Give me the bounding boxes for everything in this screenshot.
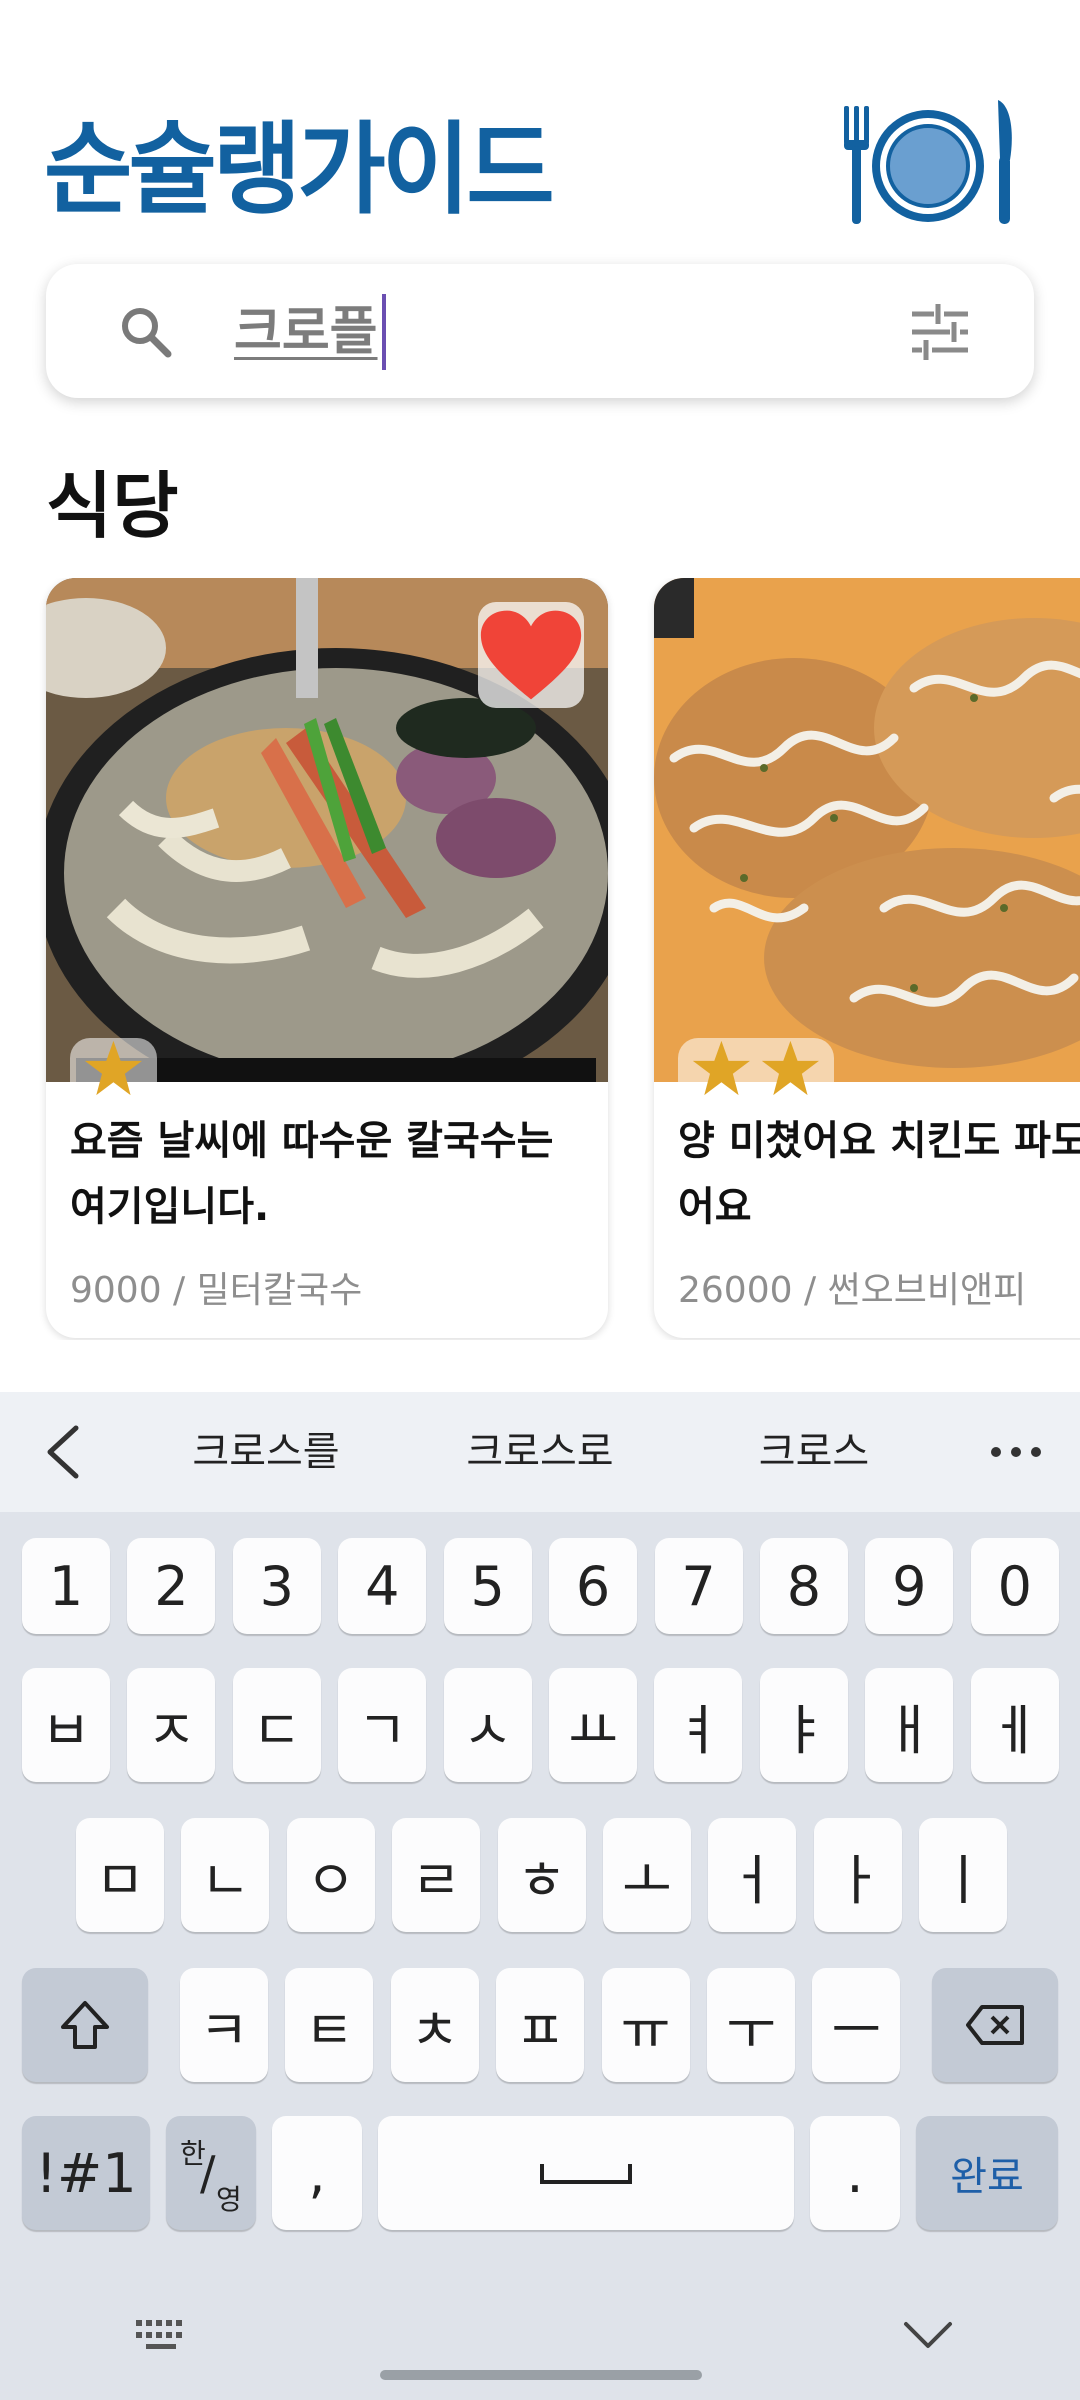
key-1[interactable]: 1 — [22, 1538, 110, 1634]
suggestion-bar: 크로스를 크로스로 크로스 — [0, 1392, 1080, 1512]
suggestion-item[interactable]: 크로스 — [704, 1422, 924, 1482]
shift-key[interactable] — [22, 1968, 148, 2082]
key-consonant[interactable]: ㅕ — [654, 1668, 743, 1782]
key-consonant[interactable]: ㅁ — [76, 1818, 164, 1932]
key-6[interactable]: 6 — [549, 1538, 638, 1634]
more-dots-icon[interactable] — [986, 1428, 1046, 1476]
restaurant-meta: 26000 / 썬오브비앤피 — [678, 1270, 1027, 1311]
cheese-chicken-photo — [654, 578, 1080, 1098]
space-key[interactable] — [378, 2116, 794, 2230]
key-consonant[interactable]: ㄹ — [392, 1818, 481, 1932]
rating-badge — [678, 1038, 834, 1098]
key-consonant[interactable]: ㅣ — [919, 1818, 1008, 1932]
key-consonant[interactable]: ㅜ — [707, 1968, 795, 2082]
star-icon — [692, 1040, 750, 1096]
star-icon — [761, 1040, 819, 1096]
star-icon — [84, 1040, 142, 1096]
keyboard-icon[interactable] — [132, 2316, 192, 2356]
key-consonant[interactable]: ㅐ — [865, 1668, 954, 1782]
key-8[interactable]: 8 — [759, 1538, 848, 1634]
shift-arrow-icon — [61, 2001, 109, 2049]
key-4[interactable]: 4 — [338, 1538, 427, 1634]
chevron-left-icon[interactable] — [40, 1424, 88, 1480]
key-consonant[interactable]: ㄷ — [232, 1668, 321, 1782]
key-consonant[interactable]: ㅍ — [496, 1968, 585, 2082]
key-consonant[interactable]: ㅛ — [549, 1668, 637, 1782]
key-consonant[interactable]: ㅌ — [285, 1968, 374, 2082]
comma-key[interactable]: , — [272, 2116, 362, 2230]
key-consonant[interactable]: ㅇ — [286, 1818, 375, 1932]
key-5[interactable]: 5 — [443, 1538, 532, 1634]
keyboard: 크로스를 크로스로 크로스 1234567890 ㅂㅈㄷㄱㅅㅛㅕㅑㅐㅔㅁㄴㅇㄹㅎㅗ… — [0, 1392, 1080, 2400]
lang-slash: / — [200, 2146, 216, 2200]
plate-fork-knife-icon — [844, 100, 1012, 224]
restaurant-title: 양 미쳤어요 치킨도 파도 미쳤어요 — [678, 1118, 1080, 1230]
section-title: 식당 — [46, 464, 179, 548]
restaurant-card[interactable]: 양 미쳤어요 치킨도 파도 미쳤어요 26000 / 썬오브비앤피 — [654, 578, 1080, 1338]
key-3[interactable]: 3 — [232, 1538, 321, 1634]
filter-sliders-icon[interactable] — [908, 302, 972, 362]
key-0[interactable]: 0 — [970, 1538, 1059, 1634]
space-bar-icon — [540, 2164, 632, 2184]
key-2[interactable]: 2 — [127, 1538, 216, 1634]
app-title: 순슐랭가이드 — [44, 111, 555, 228]
key-consonant[interactable]: ㅔ — [970, 1668, 1059, 1782]
key-consonant[interactable]: ㅈ — [127, 1668, 216, 1782]
suggestion-item[interactable]: 크로스를 — [156, 1422, 376, 1482]
key-consonant[interactable]: ㄱ — [338, 1668, 427, 1782]
key-consonant[interactable]: ㅏ — [813, 1818, 902, 1932]
backspace-key[interactable] — [932, 1968, 1058, 2082]
chevron-down-icon[interactable] — [900, 2310, 956, 2358]
lang-bottom-label: 영 — [216, 2183, 242, 2216]
key-consonant[interactable]: ㅋ — [180, 1968, 268, 2082]
period-key[interactable]: . — [810, 2116, 900, 2230]
key-consonant[interactable]: ㅡ — [812, 1968, 901, 2082]
language-toggle-key[interactable]: 한 / 영 — [166, 2116, 256, 2230]
restaurant-meta: 9000 / 밀터칼국수 — [70, 1270, 363, 1311]
done-key[interactable]: 완료 — [916, 2116, 1058, 2230]
key-9[interactable]: 9 — [865, 1538, 954, 1634]
key-7[interactable]: 7 — [654, 1538, 743, 1634]
key-consonant[interactable]: ㅊ — [390, 1968, 479, 2082]
search-icon[interactable] — [116, 302, 176, 362]
backspace-icon — [966, 2005, 1024, 2045]
key-consonant[interactable]: ㅂ — [22, 1668, 110, 1782]
favorite-button[interactable] — [478, 602, 584, 708]
key-consonant[interactable]: ㄴ — [181, 1818, 270, 1932]
rating-badge — [70, 1038, 157, 1098]
suggestion-item[interactable]: 크로스로 — [430, 1422, 650, 1482]
key-consonant[interactable]: ㅎ — [497, 1818, 586, 1932]
key-consonant[interactable]: ㅓ — [708, 1818, 797, 1932]
symbols-key[interactable]: !#1 — [22, 2116, 150, 2230]
search-input[interactable]: 크로플 — [234, 294, 386, 370]
restaurant-card[interactable]: 요즘 날씨에 따수운 칼국수는 여기입니다. 9000 / 밀터칼국수 — [46, 578, 608, 1338]
seafood-kalguksu-photo — [46, 578, 608, 1098]
restaurant-carousel[interactable]: 요즘 날씨에 따수운 칼국수는 여기입니다. 9000 / 밀터칼국수 양 미쳤… — [0, 578, 1080, 1340]
key-consonant[interactable]: ㅅ — [443, 1668, 532, 1782]
search-bar[interactable]: 크로플 — [46, 264, 1034, 398]
home-indicator — [380, 2370, 702, 2380]
key-consonant[interactable]: ㅗ — [603, 1818, 691, 1932]
key-consonant[interactable]: ㅠ — [601, 1968, 690, 2082]
key-consonant[interactable]: ㅑ — [759, 1668, 848, 1782]
restaurant-title: 요즘 날씨에 따수운 칼국수는 여기입니다. — [70, 1118, 554, 1230]
heart-icon — [480, 610, 582, 700]
